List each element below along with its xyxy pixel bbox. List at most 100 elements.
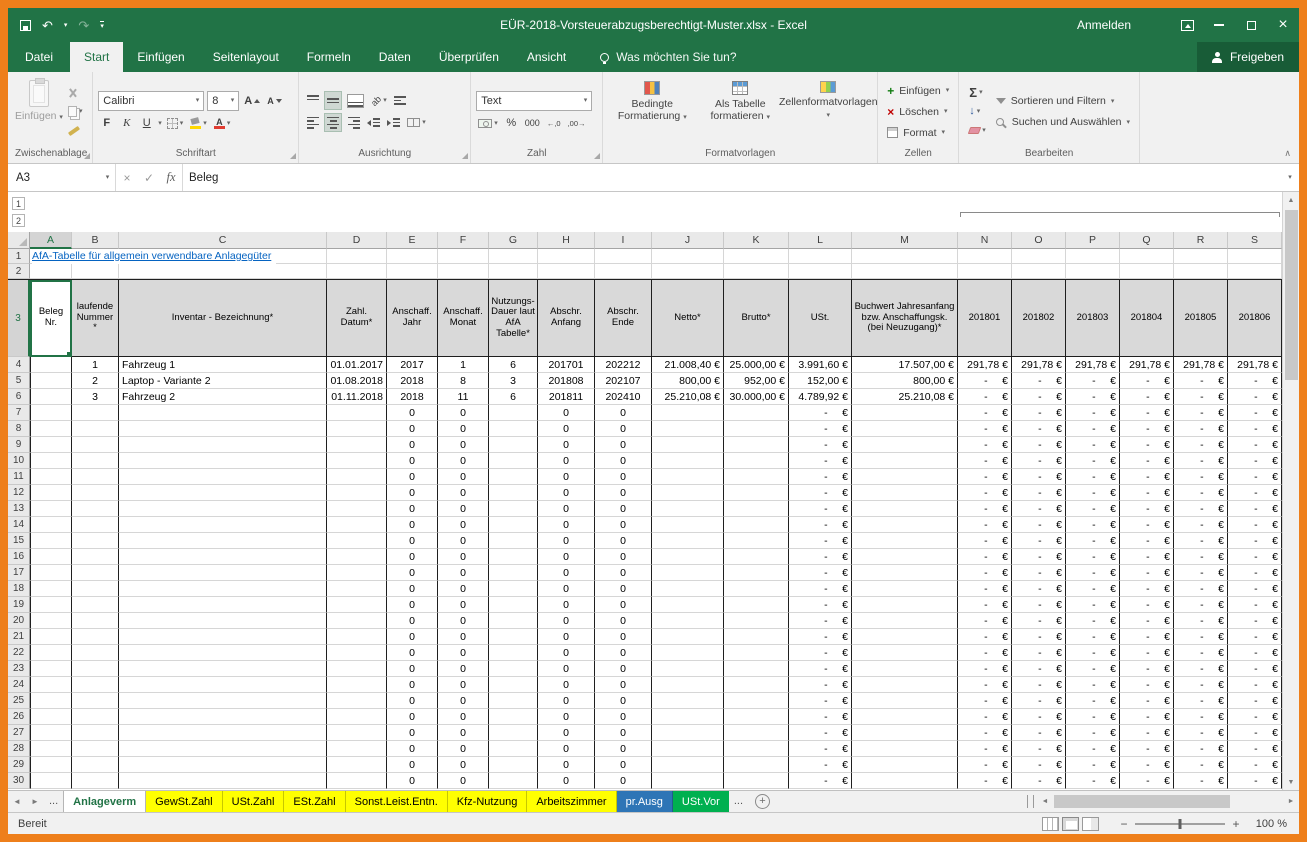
cell-M4[interactable]: 17.507,00 € (852, 357, 958, 373)
cell-O5[interactable]: - € (1012, 373, 1066, 389)
cell-K8[interactable] (724, 421, 789, 437)
cell-Q11[interactable]: - € (1120, 469, 1174, 485)
decrease-font-button[interactable]: A (265, 91, 284, 110)
cell-Q27[interactable]: - € (1120, 725, 1174, 741)
cell-R14[interactable]: - € (1174, 517, 1228, 533)
cell-N4[interactable]: 291,78 € (958, 357, 1012, 373)
cell-S10[interactable]: - € (1228, 453, 1282, 469)
cell-H19[interactable]: 0 (538, 597, 595, 613)
sheet-overflow-right[interactable]: ... (729, 791, 748, 812)
column-header-S[interactable]: S (1228, 232, 1282, 249)
cell-C17[interactable] (119, 565, 327, 581)
row-header-29[interactable]: 29 (8, 757, 30, 773)
tab-daten[interactable]: Daten (365, 42, 425, 72)
cell-O24[interactable]: - € (1012, 677, 1066, 693)
select-all-corner[interactable] (8, 232, 30, 249)
align-middle-button[interactable] (324, 91, 342, 110)
cell-H1[interactable] (538, 249, 595, 264)
cell-N13[interactable]: - € (958, 501, 1012, 517)
cell-H17[interactable]: 0 (538, 565, 595, 581)
row-header-21[interactable]: 21 (8, 629, 30, 645)
cell-A11[interactable] (30, 469, 72, 485)
cell-D16[interactable] (327, 549, 387, 565)
cell-G29[interactable] (489, 757, 538, 773)
redo-button[interactable]: ↷ (78, 19, 89, 32)
cell-N8[interactable]: - € (958, 421, 1012, 437)
cell-H9[interactable]: 0 (538, 437, 595, 453)
cell-J6[interactable]: 25.210,08 € (652, 389, 724, 405)
dialog-launcher-icon[interactable] (290, 153, 296, 159)
cell-S12[interactable]: - € (1228, 485, 1282, 501)
cell-C22[interactable] (119, 645, 327, 661)
cell-B2[interactable] (72, 264, 119, 279)
cell-L10[interactable]: - € (789, 453, 852, 469)
column-header-A[interactable]: A (30, 232, 72, 249)
cancel-icon[interactable]: × (116, 164, 138, 191)
cell-L16[interactable]: - € (789, 549, 852, 565)
cell-J7[interactable] (652, 405, 724, 421)
cell-F30[interactable]: 0 (438, 773, 489, 789)
cell-H14[interactable]: 0 (538, 517, 595, 533)
cell-H11[interactable]: 0 (538, 469, 595, 485)
cell-E1[interactable] (387, 249, 438, 264)
cell-K30[interactable] (724, 773, 789, 789)
cell-P16[interactable]: - € (1066, 549, 1120, 565)
row-header-30[interactable]: 30 (8, 773, 30, 789)
cell-R9[interactable]: - € (1174, 437, 1228, 453)
zoom-out-button[interactable]: − (1115, 817, 1133, 831)
outline-level-2-button[interactable]: 2 (12, 214, 25, 227)
cell-F7[interactable]: 0 (438, 405, 489, 421)
row-header-23[interactable]: 23 (8, 661, 30, 677)
cell-B24[interactable] (72, 677, 119, 693)
tab-start[interactable]: Start (70, 42, 123, 72)
cell-E8[interactable]: 0 (387, 421, 438, 437)
cell-B25[interactable] (72, 693, 119, 709)
row-header-14[interactable]: 14 (8, 517, 30, 533)
cell-H5[interactable]: 201808 (538, 373, 595, 389)
column-header-G[interactable]: G (489, 232, 538, 249)
cell-F14[interactable]: 0 (438, 517, 489, 533)
cell-N11[interactable]: - € (958, 469, 1012, 485)
cell-G14[interactable] (489, 517, 538, 533)
align-bottom-button[interactable] (345, 91, 366, 110)
cell-H24[interactable]: 0 (538, 677, 595, 693)
cell-L18[interactable]: - € (789, 581, 852, 597)
cell-P1[interactable] (1066, 249, 1120, 264)
cell-C23[interactable] (119, 661, 327, 677)
cell-G17[interactable] (489, 565, 538, 581)
cell-O19[interactable]: - € (1012, 597, 1066, 613)
cell-F25[interactable]: 0 (438, 693, 489, 709)
cell-K1[interactable] (724, 249, 789, 264)
cell-B17[interactable] (72, 565, 119, 581)
cell-B30[interactable] (72, 773, 119, 789)
cell-L11[interactable]: - € (789, 469, 852, 485)
dialog-launcher-icon[interactable] (84, 153, 90, 159)
cell-M22[interactable] (852, 645, 958, 661)
cell-Q25[interactable]: - € (1120, 693, 1174, 709)
row-header-10[interactable]: 10 (8, 453, 30, 469)
cell-I10[interactable]: 0 (595, 453, 652, 469)
cell-F6[interactable]: 11 (438, 389, 489, 405)
cell-D3[interactable]: Zahl. Datum* (327, 280, 387, 357)
cell-L13[interactable]: - € (789, 501, 852, 517)
cell-G8[interactable] (489, 421, 538, 437)
cell-Q13[interactable]: - € (1120, 501, 1174, 517)
scroll-left-icon[interactable]: ◄ (1037, 798, 1053, 805)
tab-datei[interactable]: Datei (8, 42, 70, 72)
scroll-down-icon[interactable]: ▼ (1283, 774, 1299, 790)
row-header-11[interactable]: 11 (8, 469, 30, 485)
cell-O28[interactable]: - € (1012, 741, 1066, 757)
cell-M20[interactable] (852, 613, 958, 629)
cell-K15[interactable] (724, 533, 789, 549)
cell-J28[interactable] (652, 741, 724, 757)
row-header-1[interactable]: 1 (8, 249, 30, 264)
find-select-button[interactable]: Suchen und Auswählen▾ (992, 113, 1134, 131)
cell-L23[interactable]: - € (789, 661, 852, 677)
cell-C9[interactable] (119, 437, 327, 453)
cell-L28[interactable]: - € (789, 741, 852, 757)
afa-table-hyperlink[interactable]: AfA-Tabelle für allgemein verwendbare An… (32, 249, 276, 264)
cell-E4[interactable]: 2017 (387, 357, 438, 373)
cell-H23[interactable]: 0 (538, 661, 595, 677)
cell-K14[interactable] (724, 517, 789, 533)
cell-B28[interactable] (72, 741, 119, 757)
